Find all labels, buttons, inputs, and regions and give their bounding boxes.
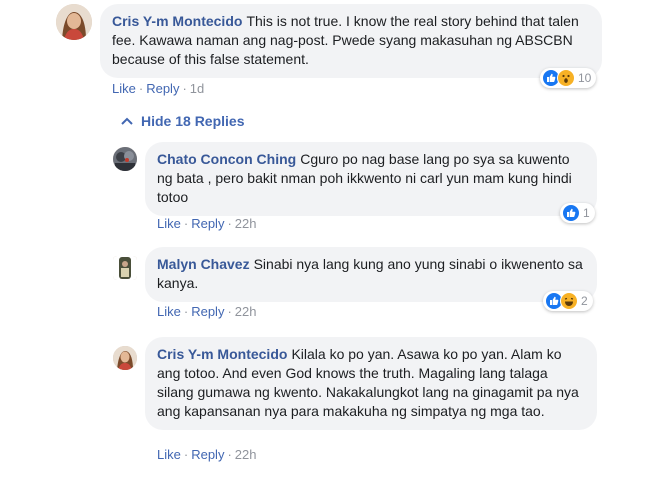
reply-bubble: Cris Y-m Montecido Kilala ko po yan. Asaw… bbox=[145, 337, 597, 430]
reply-link[interactable]: Reply bbox=[191, 304, 224, 319]
like-link[interactable]: Like bbox=[157, 216, 181, 231]
timestamp[interactable]: 22h bbox=[235, 304, 257, 319]
reaction-summary[interactable]: 10 bbox=[540, 68, 597, 88]
like-link[interactable]: Like bbox=[157, 447, 181, 462]
avatar[interactable] bbox=[56, 4, 92, 40]
avatar[interactable] bbox=[113, 346, 137, 370]
reply-link[interactable]: Reply bbox=[146, 81, 179, 96]
timestamp[interactable]: 22h bbox=[235, 216, 257, 231]
comment-author[interactable]: Cris Y-m Montecido bbox=[112, 13, 242, 29]
hide-replies-label: Hide 18 Replies bbox=[141, 113, 245, 129]
like-link[interactable]: Like bbox=[157, 304, 181, 319]
timestamp[interactable]: 22h bbox=[235, 447, 257, 462]
reply-author[interactable]: Chato Concon Ching bbox=[157, 151, 296, 167]
reaction-count: 1 bbox=[583, 206, 590, 220]
hide-replies-toggle[interactable]: Hide 18 Replies bbox=[121, 113, 245, 129]
like-link[interactable]: Like bbox=[112, 81, 136, 96]
like-icon bbox=[562, 204, 580, 222]
reply-actions: Like · Reply · 22h bbox=[157, 304, 257, 319]
reply-author[interactable]: Malyn Chavez bbox=[157, 256, 250, 272]
reply-bubble: Malyn Chavez Sinabi nya lang kung ano yun… bbox=[145, 247, 597, 302]
comment-actions: Like · Reply · 1d bbox=[112, 81, 205, 96]
reply-actions: Like · Reply · 22h bbox=[157, 216, 257, 231]
wow-icon bbox=[557, 69, 575, 87]
reply-actions: Like · Reply · 22h bbox=[157, 447, 257, 462]
avatar[interactable] bbox=[113, 256, 137, 280]
reply-bubble: Chato Concon Ching Cguro po nag base lang… bbox=[145, 142, 597, 216]
chevron-up-icon bbox=[121, 117, 133, 125]
reaction-summary[interactable]: 2 bbox=[543, 291, 593, 311]
comment-bubble: Cris Y-m Montecido This is not true. I kn… bbox=[100, 4, 602, 78]
reply-link[interactable]: Reply bbox=[191, 216, 224, 231]
reply-author[interactable]: Cris Y-m Montecido bbox=[157, 346, 287, 362]
avatar-photo bbox=[56, 4, 92, 40]
avatar-photo bbox=[113, 147, 137, 171]
reaction-count: 2 bbox=[581, 294, 588, 308]
avatar-photo bbox=[113, 256, 137, 280]
haha-icon bbox=[560, 292, 578, 310]
avatar[interactable] bbox=[113, 147, 137, 171]
reply-link[interactable]: Reply bbox=[191, 447, 224, 462]
timestamp[interactable]: 1d bbox=[190, 81, 204, 96]
reaction-summary[interactable]: 1 bbox=[560, 203, 595, 223]
avatar-photo bbox=[113, 346, 137, 370]
reaction-count: 10 bbox=[578, 71, 592, 85]
